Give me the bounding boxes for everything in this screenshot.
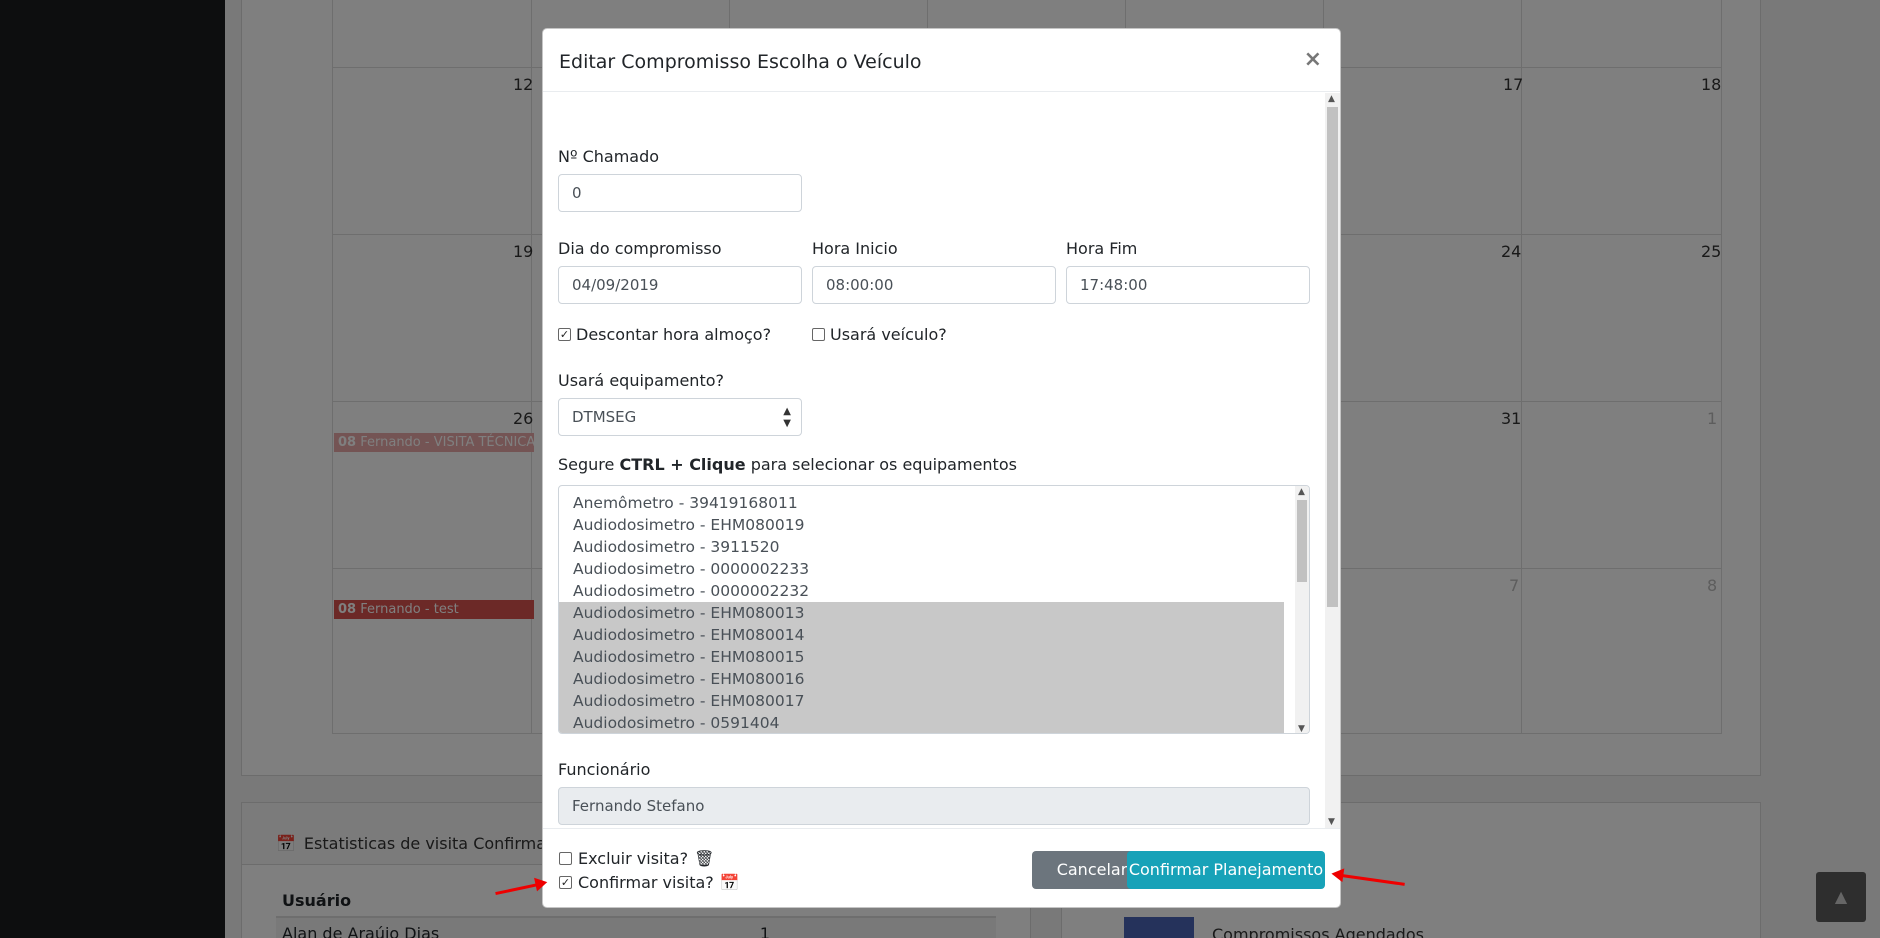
equipment-option[interactable]: Audiodosimetro - 0000002233: [559, 558, 1284, 580]
chamado-label: Nº Chamado: [558, 147, 660, 166]
funcionario-label: Funcionário: [558, 760, 651, 779]
scroll-down-icon[interactable]: ▼: [1328, 817, 1335, 827]
descontar-label: Descontar hora almoço?: [576, 325, 772, 344]
trash-icon: 🗑: [694, 849, 715, 868]
equipment-multiselect[interactable]: Anemômetro - 39419168011 Audiodosimetro …: [558, 485, 1310, 734]
modal-footer: Excluir visita? 🗑 ✓ Confirmar visita? 📅 …: [543, 828, 1340, 908]
equipment-option[interactable]: Audiodosimetro - EHM080019: [559, 514, 1284, 536]
equipamento-selected-value: DTMSEG: [572, 408, 637, 426]
hora-fim-label: Hora Fim: [1066, 239, 1138, 258]
dia-input[interactable]: 04/09/2019: [558, 266, 802, 304]
equipment-option[interactable]: Audiodosimetro - 3911520: [559, 536, 1284, 558]
modal-header: Editar Compromisso Escolha o Veículo ×: [543, 29, 1340, 92]
hora-inicio-label: Hora Inicio: [812, 239, 898, 258]
dia-label: Dia do compromisso: [558, 239, 722, 258]
equipment-option[interactable]: Audiodosimetro - EHM080013: [559, 602, 1284, 624]
equipment-option[interactable]: Anemômetro - 39419168011: [559, 492, 1284, 514]
equipment-option[interactable]: Audiodosimetro - EHM080014: [559, 624, 1284, 646]
equipment-option[interactable]: Audiodosimetro - EHM080015: [559, 646, 1284, 668]
equipment-option[interactable]: Audiodosimetro - 0000002232: [559, 580, 1284, 602]
hint-suffix: para selecionar os equipamentos: [750, 455, 1017, 474]
edit-appointment-modal: Editar Compromisso Escolha o Veículo × N…: [542, 28, 1341, 908]
scroll-down-icon[interactable]: ▼: [1298, 724, 1305, 733]
scroll-up-icon[interactable]: ▲: [1328, 94, 1335, 104]
chamado-input[interactable]: 0: [558, 174, 802, 212]
equipment-options: Anemômetro - 39419168011 Audiodosimetro …: [559, 486, 1309, 733]
equipment-option[interactable]: Audiodosimetro - 0591404: [559, 712, 1284, 733]
equipamento-select[interactable]: DTMSEG ▲ ▼: [558, 398, 802, 436]
equipamento-label: Usará equipamento?: [558, 371, 724, 390]
funcionario-input: Fernando Stefano: [558, 787, 1310, 825]
descontar-checkbox-row[interactable]: ✓ Descontar hora almoço?: [558, 325, 771, 344]
hora-fim-input[interactable]: 17:48:00: [1066, 266, 1310, 304]
veiculo-checkbox-row[interactable]: Usará veículo?: [812, 325, 947, 344]
calendar-check-icon: 📅: [719, 873, 740, 892]
excluir-label: Excluir visita?: [578, 849, 689, 868]
close-button[interactable]: ×: [1304, 47, 1322, 72]
hora-inicio-input[interactable]: 08:00:00: [812, 266, 1056, 304]
veiculo-label: Usará veículo?: [830, 325, 947, 344]
equipment-option[interactable]: Audiodosimetro - EHM080016: [559, 668, 1284, 690]
select-arrows-icon: ▲ ▼: [783, 406, 791, 429]
descontar-checkbox[interactable]: ✓: [558, 328, 571, 341]
modal-scroll-thumb[interactable]: [1327, 107, 1338, 607]
modal-title: Editar Compromisso Escolha o Veículo: [559, 51, 922, 73]
hint-keys: CTRL + Clique: [619, 455, 746, 474]
veiculo-checkbox[interactable]: [812, 328, 825, 341]
excluir-checkbox-row[interactable]: Excluir visita? 🗑: [559, 849, 714, 868]
multiselect-scroll-thumb[interactable]: [1297, 500, 1307, 582]
modal-scrollbar[interactable]: ▲ ▼: [1325, 93, 1340, 828]
hint-prefix: Segure: [558, 455, 615, 474]
scroll-up-icon[interactable]: ▲: [1298, 487, 1305, 497]
confirmar-checkbox[interactable]: ✓: [559, 876, 572, 889]
multiselect-scrollbar[interactable]: ▲ ▼: [1295, 486, 1309, 733]
confirmar-checkbox-row[interactable]: ✓ Confirmar visita? 📅: [559, 873, 740, 892]
excluir-checkbox[interactable]: [559, 852, 572, 865]
confirm-planning-button[interactable]: Confirmar Planejamento: [1127, 851, 1325, 889]
confirmar-label: Confirmar visita?: [578, 873, 714, 892]
multiselect-hint: Segure CTRL + Clique para selecionar os …: [558, 455, 1017, 474]
equipment-option[interactable]: Audiodosimetro - EHM080017: [559, 690, 1284, 712]
modal-body: Nº Chamado 0 Dia do compromisso 04/09/20…: [543, 93, 1340, 828]
